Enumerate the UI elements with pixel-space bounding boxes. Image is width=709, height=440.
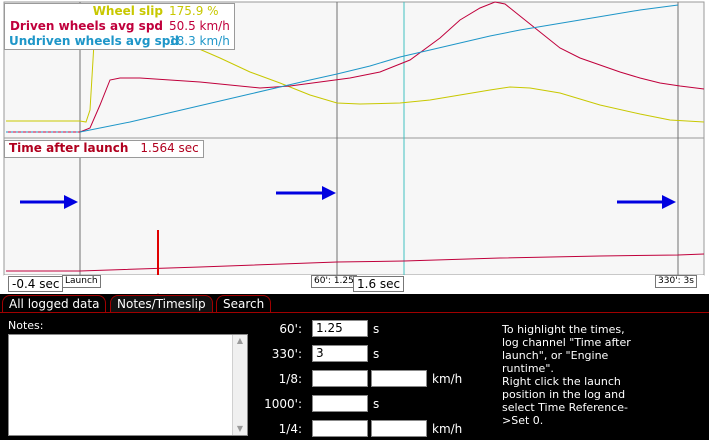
eighth-mile-speed-input[interactable] (371, 370, 427, 387)
quarter-mile-label: 1/4: (278, 422, 302, 436)
sixty-foot-tag: 60': 1.25 (311, 275, 357, 288)
legend-value: 50.5 km/h (169, 19, 230, 33)
legend-name: Undriven wheels avg spd (9, 34, 179, 48)
thousand-foot-label: 1000': (264, 397, 302, 411)
scroll-up-icon[interactable]: ▲ (233, 335, 247, 347)
three-thirty-tag: 330': 3s (655, 275, 697, 288)
three-thirty-unit: s (373, 347, 380, 361)
quarter-mile-unit: km/h (432, 422, 463, 436)
channel-legend: Wheel slip 175.9 % Driven wheels avg spd… (4, 3, 235, 50)
timeslip-help-text: To highlight the times, log channel "Tim… (502, 323, 631, 427)
eighth-mile-unit: km/h (432, 372, 463, 386)
thousand-foot-input[interactable] (312, 395, 368, 412)
legend-row-undriven-speed: Undriven wheels avg spd 18.3 km/h (9, 34, 230, 49)
legend-row-driven-speed: Driven wheels avg spd 50.5 km/h (9, 19, 230, 34)
tab-search[interactable]: Search (216, 295, 272, 312)
legend-value: 175.9 % (169, 4, 219, 18)
tab-bar: All logged data Notes/Timeslip Search (0, 294, 709, 313)
eighth-mile-label: 1/8: (278, 372, 302, 386)
eighth-mile-time-input[interactable] (312, 370, 368, 387)
tab-all-logged-data[interactable]: All logged data (2, 295, 107, 312)
log-viewer-window: Wheel slip 175.9 % Driven wheels avg spd… (0, 0, 709, 440)
quarter-mile-time-input[interactable] (312, 420, 368, 437)
legend-value: 18.3 km/h (169, 34, 230, 48)
sixty-foot-unit: s (373, 322, 380, 336)
legend-row-wheel-slip: Wheel slip 175.9 % (9, 4, 230, 19)
time-after-launch-name: Time after launch (9, 141, 129, 155)
cursor-time-tag: 1.6 sec (353, 276, 405, 292)
legend-name: Wheel slip (92, 4, 163, 18)
quarter-mile-speed-input[interactable] (371, 420, 427, 437)
three-thirty-label: 330': (271, 347, 302, 361)
time-after-launch-value: 1.564 sec (140, 141, 199, 155)
time-after-launch-label: Time after launch 1.564 sec (4, 140, 204, 158)
sixty-foot-input[interactable]: 1.25 (312, 320, 368, 337)
notes-textarea[interactable]: ▲ ▼ (8, 334, 248, 436)
thousand-foot-unit: s (373, 397, 380, 411)
sixty-foot-label: 60': (279, 322, 302, 336)
legend-name: Driven wheels avg spd (9, 19, 163, 33)
notes-timeslip-panel: Notes: ▲ ▼ 60': 1.25 s 330': 3 s 1/8: km… (0, 312, 709, 440)
notes-label: Notes: (8, 319, 44, 332)
three-thirty-input[interactable]: 3 (312, 345, 368, 362)
launch-tag: Launch (62, 275, 101, 288)
tab-notes-timeslip[interactable]: Notes/Timeslip (110, 295, 213, 312)
left-offset-tag: -0.4 sec (8, 276, 64, 292)
